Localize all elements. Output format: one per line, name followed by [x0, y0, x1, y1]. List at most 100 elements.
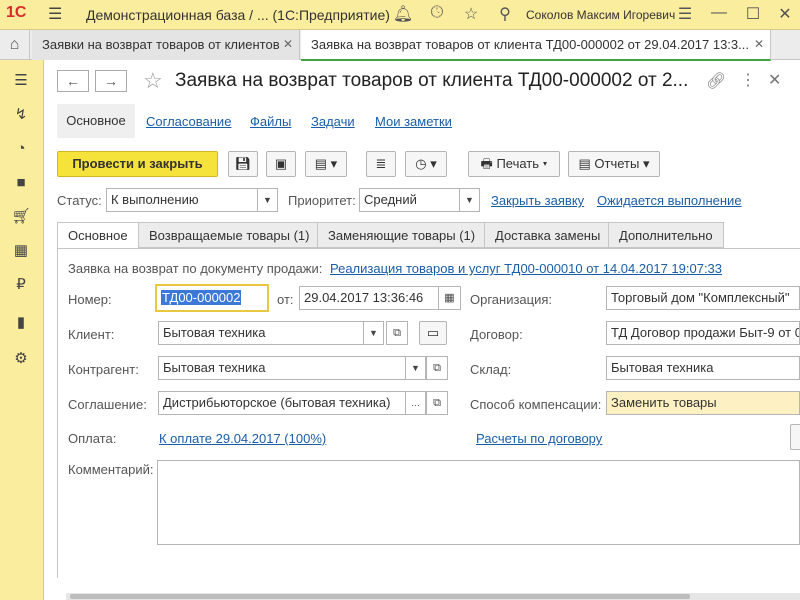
main-menu-icon[interactable]: ☰ — [48, 4, 62, 24]
forward-button[interactable]: → — [95, 70, 127, 92]
date-field[interactable]: 29.04.2017 13:36:46 — [299, 286, 439, 310]
reports-button[interactable]: ▤ Отчеты ▾ — [568, 151, 660, 177]
sections-sidebar: ☰ ↯ ◔ ■ 🛒︎ ▦ ₽ ▮ ⚙ — [0, 60, 44, 600]
counterparty-field[interactable]: Бытовая техника — [158, 356, 406, 380]
list-icon: ≣ — [375, 156, 387, 171]
basis-document-link[interactable]: Реализация товаров и услуг ТД00-000010 о… — [330, 261, 722, 276]
calendar-icon[interactable]: ▦ — [439, 286, 461, 310]
print-label: Печать — [496, 156, 540, 171]
post-icon: ▣ — [274, 156, 288, 171]
priority-label: Приоритет: — [288, 193, 356, 208]
section-main[interactable]: Основное — [57, 104, 135, 138]
section-notes-link[interactable]: Мои заметки — [375, 114, 452, 129]
app-logo: 1С — [6, 4, 27, 21]
counterparty-label: Контрагент: — [68, 362, 139, 377]
link-icon[interactable]: 🔗︎ — [706, 71, 726, 91]
cart-icon[interactable]: 🛒︎ — [8, 204, 34, 230]
favorite-star-icon[interactable]: ☆ — [143, 68, 163, 94]
star-icon[interactable]: ☆ — [460, 4, 482, 24]
create-based-on-button[interactable]: ▤ ▾ — [305, 151, 347, 177]
tab-label: Заявки на возврат товаров от клиентов — [42, 37, 280, 52]
print-button[interactable]: 🖶︎ Печать ▾ — [468, 151, 560, 177]
client-label: Клиент: — [68, 327, 115, 342]
section-files-link[interactable]: Файлы — [250, 114, 291, 129]
create-based-icon: ▤ ▾ — [314, 156, 338, 171]
close-window-icon[interactable]: ✕ — [774, 4, 796, 24]
menu-icon[interactable]: ☰ — [674, 4, 696, 24]
comment-label: Комментарий: — [68, 462, 154, 477]
home-icon[interactable]: ⌂ — [0, 30, 30, 60]
gear-icon[interactable]: ⚙ — [8, 346, 34, 372]
close-icon[interactable]: ✕ — [283, 30, 293, 59]
tab-main[interactable]: Основное — [57, 222, 139, 249]
compensation-field[interactable]: Заменить товары — [606, 391, 800, 415]
menu-icon[interactable]: ☰ — [8, 68, 34, 94]
agreement-label: Соглашение: — [68, 397, 147, 412]
panel-border — [57, 248, 58, 578]
close-icon[interactable]: ✕ — [768, 70, 781, 90]
card-button[interactable]: ▭ — [419, 321, 447, 345]
chevron-down-icon[interactable]: ▼ — [364, 321, 384, 345]
payment-link[interactable]: К оплате 29.04.2017 (100%) — [159, 431, 326, 446]
bell-icon[interactable]: 🔔︎ — [392, 4, 414, 24]
settlements-link[interactable]: Расчеты по договору — [476, 431, 602, 446]
tab-replacement-goods[interactable]: Заменяющие товары (1) — [317, 222, 487, 248]
tab-divider — [57, 248, 800, 249]
save-button[interactable]: 💾︎ — [228, 151, 258, 177]
close-request-link[interactable]: Закрыть заявку — [491, 193, 584, 208]
open-icon[interactable]: ⧉ — [426, 391, 448, 415]
history-icon[interactable]: 🕓︎ — [426, 4, 448, 22]
ruble-icon[interactable]: ₽ — [8, 272, 34, 298]
user-name[interactable]: Соколов Максим Игоревич — [526, 8, 675, 22]
section-approval-link[interactable]: Согласование — [146, 114, 231, 129]
priority-select[interactable]: Средний — [359, 188, 460, 212]
tab-replacement-delivery[interactable]: Доставка замены — [484, 222, 612, 248]
expected-execution-link[interactable]: Ожидается выполнение — [597, 193, 742, 208]
status-select[interactable]: К выполнению — [106, 188, 258, 212]
post-button[interactable]: ▣ — [266, 151, 296, 177]
select-ellipsis-icon[interactable]: … — [406, 391, 426, 415]
contract-field[interactable]: ТД Договор продажи Быт-9 от 0 — [606, 321, 800, 345]
open-icon[interactable]: ⧉ — [386, 321, 408, 345]
tab-returned-goods[interactable]: Возвращаемые товары (1) — [138, 222, 321, 248]
more-icon[interactable]: ⋮ — [740, 70, 756, 90]
open-icon[interactable]: ⧉ — [426, 356, 448, 380]
tab-return-document[interactable]: Заявка на возврат товаров от клиента ТД0… — [301, 30, 771, 61]
basis-label: Заявка на возврат по документу продажи: — [68, 261, 323, 276]
tab-label: Заявка на возврат товаров от клиента ТД0… — [311, 37, 749, 52]
back-button[interactable]: ← — [57, 70, 89, 92]
client-field[interactable]: Бытовая техника — [158, 321, 364, 345]
bar-chart-icon[interactable]: ▮ — [8, 310, 34, 336]
document-list-button[interactable]: ≣ — [366, 151, 396, 177]
warehouse-field[interactable]: Бытовая техника — [606, 356, 800, 380]
number-value: ТД00-000002 — [161, 290, 242, 305]
reports-icon: ▤ — [578, 156, 591, 171]
search-icon[interactable]: ⚲ — [494, 4, 516, 24]
scrollbar-thumb[interactable] — [70, 594, 690, 599]
related-documents-button[interactable]: ◷ ▾ — [405, 151, 447, 177]
related-icon: ◷ ▾ — [415, 156, 437, 171]
chart-arrows-icon[interactable]: ↯ — [8, 102, 34, 128]
tab-additional[interactable]: Дополнительно — [608, 222, 724, 248]
pie-chart-icon[interactable]: ◔ — [8, 136, 34, 162]
chevron-down-icon[interactable]: ▼ — [460, 188, 480, 212]
number-field[interactable]: ТД00-000002 — [155, 284, 269, 312]
contract-label: Договор: — [470, 327, 523, 342]
close-icon[interactable]: ✕ — [754, 30, 764, 59]
post-and-close-button[interactable]: Провести и закрыть — [57, 151, 218, 177]
chevron-down-icon[interactable]: ▼ — [258, 188, 278, 212]
organization-field[interactable]: Торговый дом "Комплексный" — [606, 286, 800, 310]
bag-icon[interactable]: ■ — [8, 170, 34, 196]
grid-icon[interactable]: ▦ — [8, 238, 34, 264]
comment-textarea[interactable] — [157, 460, 800, 545]
minimize-icon[interactable]: — — [708, 4, 730, 22]
agreement-field[interactable]: Дистрибьюторское (бытовая техника) — [158, 391, 406, 415]
maximize-icon[interactable]: ☐ — [742, 4, 764, 24]
chevron-down-icon[interactable]: ▼ — [406, 356, 426, 380]
tab-returns-list[interactable]: Заявки на возврат товаров от клиентов ✕ — [32, 30, 300, 60]
compensation-label: Способ компенсации: — [470, 397, 602, 412]
section-tasks-link[interactable]: Задачи — [311, 114, 355, 129]
warehouse-label: Склад: — [470, 362, 512, 377]
status-label: Статус: — [57, 193, 102, 208]
partial-button[interactable] — [790, 424, 800, 450]
